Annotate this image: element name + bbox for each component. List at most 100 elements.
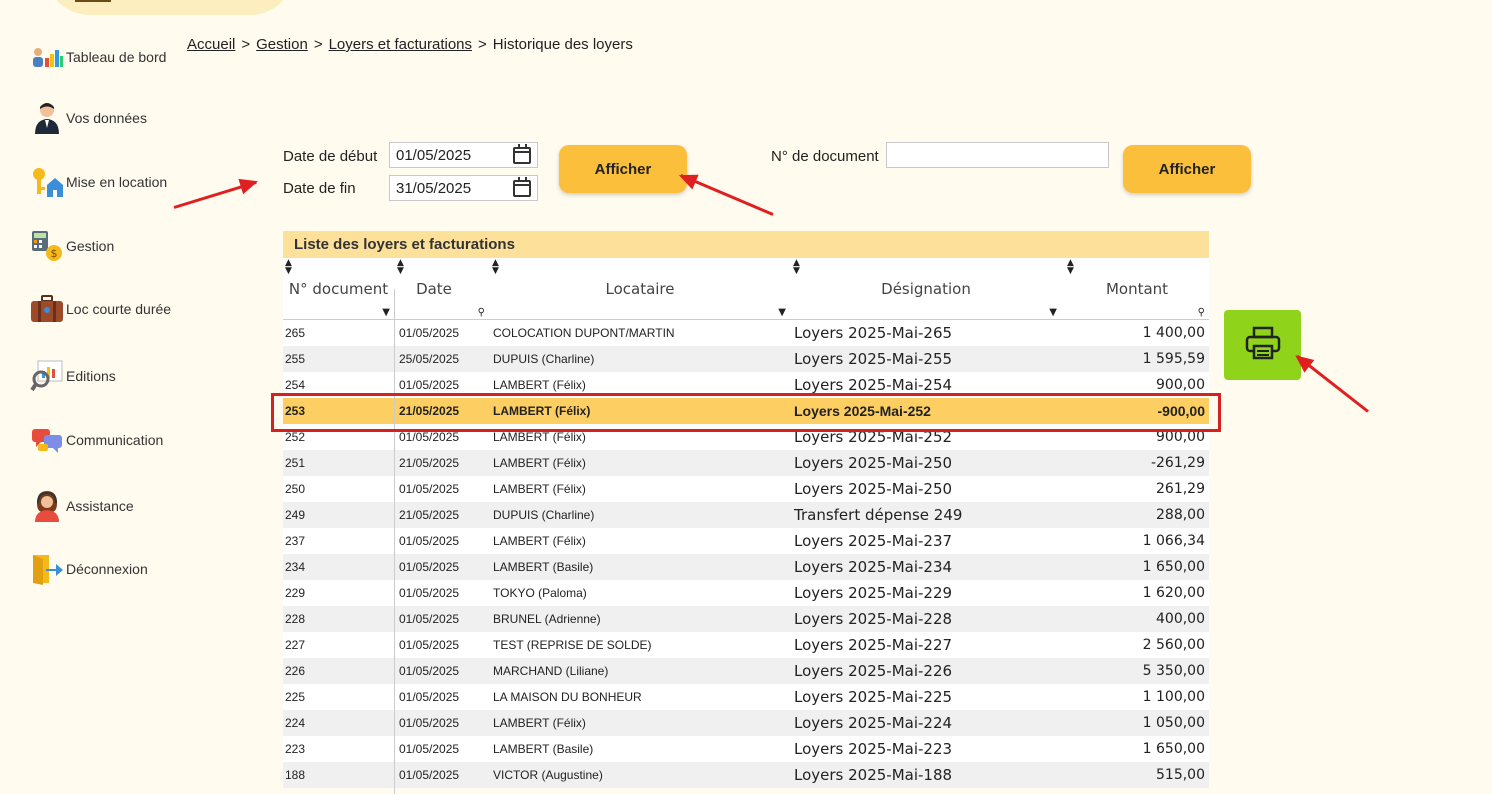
table-row[interactable]: 224 01/05/2025 LAMBERT (Félix) Loyers 2025-… [283,710,1209,736]
sidebar-item-deconnexion[interactable]: Déconnexion [30,552,148,586]
table-row[interactable]: 225 01/05/2025 LA MAISON DU BONHEUR Loyers … [283,684,1209,710]
column-title: N° document [288,280,389,298]
table-row[interactable]: 226 01/05/2025 MARCHAND (Liliane) Loyers 20… [283,658,1209,684]
sidebar-item-loc-courte-duree[interactable]: Loc courte durée [30,292,171,326]
sidebar-item-label: Gestion [66,238,115,254]
breadcrumb-current: Historique des loyers [492,36,633,53]
table-row-highlighted[interactable]: 253 21/05/2025 LAMBERT (Félix) Loyers 2025-… [283,398,1209,424]
cell-designation: Loyers 2025-Mai-227 [794,636,953,654]
table-row[interactable]: 188 01/05/2025 VICTOR (Augustine) Loyers 20… [283,762,1209,788]
column-title: Désignation [881,280,971,298]
table-row[interactable]: 255 25/05/2025 DUPUIS (Charline) Loyers 202… [283,346,1209,372]
cell-date: 01/05/2025 [399,482,460,496]
cell-montant: 1 050,00 [1142,715,1205,731]
cell-montant: 1 400,00 [1142,325,1205,341]
cell-date: 01/05/2025 [399,690,460,704]
table-row[interactable]: 229 01/05/2025 TOKYO (Paloma) Loyers 2025-M… [283,580,1209,606]
table-row[interactable]: 234 01/05/2025 LAMBERT (Basile) Loyers 2025… [283,554,1209,580]
sort-icon[interactable]: ▲ ▼ [285,259,292,276]
sidebar-item-gestion[interactable]: $ Gestion [30,229,114,263]
cell-montant: -900,00 [1157,403,1205,419]
table-row[interactable]: 249 21/05/2025 DUPUIS (Charline) Transfert … [283,502,1209,528]
column-header-locataire[interactable]: ▲ ▼ Locataire ▼ [490,258,790,320]
cell-date: 21/05/2025 [399,456,460,470]
filter-icon[interactable]: ▼ [1049,307,1057,318]
table-row[interactable]: 251 21/05/2025 LAMBERT (Félix) Loyers 2025-… [283,450,1209,476]
end-date-input[interactable]: 31/05/2025 [389,175,538,201]
cell-date: 01/05/2025 [399,430,460,444]
table-row[interactable]: 223 01/05/2025 LAMBERT (Basile) Loyers 2025… [283,736,1209,762]
sort-icon[interactable]: ▲ ▼ [1067,259,1074,276]
cell-doc: 226 [285,664,306,678]
table-row[interactable]: 237 01/05/2025 LAMBERT (Félix) Loyers 2025-… [283,528,1209,554]
printer-icon [1245,326,1281,365]
sidebar-item-label: Tableau de bord [66,49,167,65]
search-icon[interactable]: ⚲ [1198,307,1205,318]
suitcase-icon [30,292,64,326]
calendar-icon[interactable] [513,176,531,197]
cell-doc: 249 [285,508,306,522]
table-row[interactable]: 227 01/05/2025 TEST (REPRISE DE SOLDE) Loye… [283,632,1209,658]
cell-doc: 188 [285,768,306,782]
sidebar-item-dashboard[interactable]: Tableau de bord [30,40,166,74]
column-header-designation[interactable]: ▲ ▼ Désignation ▼ [791,258,1061,320]
cell-doc: 234 [285,560,306,574]
cell-locataire: LAMBERT (Félix) [493,716,586,730]
print-button[interactable] [1224,310,1301,380]
cell-doc: 250 [285,482,306,496]
sidebar-item-assistance[interactable]: Assistance [30,489,134,523]
show-document-button[interactable]: Afficher [1123,145,1251,193]
document-number-input[interactable] [886,142,1109,168]
start-date-input[interactable]: 01/05/2025 [389,142,538,168]
table-row[interactable]: 254 01/05/2025 LAMBERT (Félix) Loyers 2025-… [283,372,1209,398]
column-title: Montant [1105,280,1169,298]
sidebar-item-vos-donnees[interactable]: Vos données [30,101,147,135]
cell-locataire: DUPUIS (Charline) [493,352,595,366]
cell-date: 01/05/2025 [399,378,460,392]
cell-montant: 1 620,00 [1142,585,1205,601]
cell-designation: Loyers 2025-Mai-228 [794,610,953,628]
breadcrumb-loyers-link[interactable]: Loyers et facturations [329,36,472,53]
breadcrumb-separator: > [241,36,251,53]
search-icon[interactable]: ⚲ [478,307,485,318]
show-dates-button[interactable]: Afficher [559,145,687,193]
sidebar-item-label: Déconnexion [66,561,148,577]
start-date-label: Date de début [283,148,378,165]
calendar-icon[interactable] [513,143,531,164]
filter-icon[interactable]: ▼ [778,307,786,318]
table-row[interactable]: 250 01/05/2025 LAMBERT (Félix) Loyers 2025-… [283,476,1209,502]
breadcrumb-gestion-link[interactable]: Gestion [256,36,308,53]
cell-designation: Loyers 2025-Mai-223 [794,740,953,758]
cell-montant: 2 560,00 [1142,637,1205,653]
cell-locataire: BRUNEL (Adrienne) [493,612,601,626]
annotation-arrow [680,174,774,216]
column-header-montant[interactable]: ▲ ▼ Montant ⚲ [1065,258,1209,320]
cell-designation: Loyers 2025-Mai-224 [794,714,953,732]
table-row[interactable]: 228 01/05/2025 BRUNEL (Adrienne) Loyers 202… [283,606,1209,632]
sort-icon[interactable]: ▲ ▼ [397,259,404,276]
sort-icon[interactable]: ▲ ▼ [793,259,800,276]
sidebar-item-editions[interactable]: Editions [30,359,116,393]
cell-designation: Loyers 2025-Mai-229 [794,584,953,602]
cell-doc: 237 [285,534,306,548]
table-header: ▲ ▼ N° document ▼ ▲ ▼ Date ⚲ ▲ ▼ Locataire … [283,258,1209,320]
table-row[interactable]: 252 01/05/2025 LAMBERT (Félix) Loyers 2025-… [283,424,1209,450]
column-header-doc[interactable]: ▲ ▼ N° document ▼ [283,258,394,320]
column-header-date[interactable]: ▲ ▼ Date ⚲ [395,258,489,320]
breadcrumb-home-link[interactable]: Accueil [187,36,235,53]
cell-designation: Loyers 2025-Mai-188 [794,766,953,784]
sidebar-item-communication[interactable]: Communication [30,423,163,457]
sort-icon[interactable]: ▲ ▼ [492,259,499,276]
sidebar-item-mise-en-location[interactable]: Mise en location [30,165,167,199]
table-row[interactable]: 265 01/05/2025 COLOCATION DUPONT/MARTIN Loy… [283,320,1209,346]
cell-locataire: LAMBERT (Félix) [493,430,586,444]
cell-locataire: COLOCATION DUPONT/MARTIN [493,326,675,340]
cell-doc: 254 [285,378,306,392]
breadcrumb-separator: > [313,36,323,53]
cell-date: 01/05/2025 [399,534,460,548]
cell-doc: 228 [285,612,306,626]
annotation-arrow [1296,354,1369,413]
filter-icon[interactable]: ▼ [382,307,390,318]
logout-door-icon [30,552,64,586]
cell-doc: 265 [285,326,306,340]
